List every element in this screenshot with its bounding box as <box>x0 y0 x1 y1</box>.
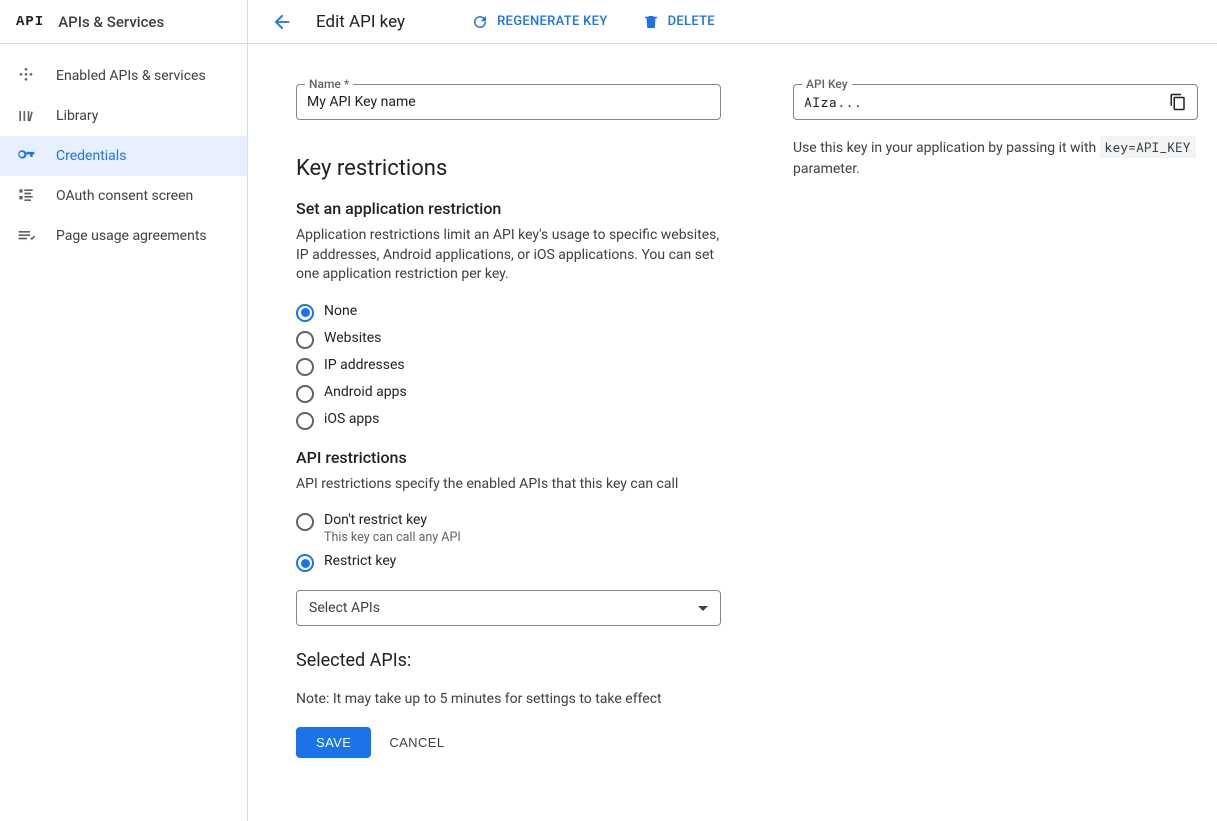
radio-dont-restrict[interactable]: Don't restrict key This key can call any… <box>296 512 721 545</box>
sidebar-item-label: Page usage agreements <box>56 228 207 244</box>
select-placeholder: Select APIs <box>309 600 380 616</box>
sidebar-item-library[interactable]: Library <box>0 96 247 136</box>
sidebar-item-oauth-consent[interactable]: OAuth consent screen <box>0 176 247 216</box>
radio-android[interactable]: Android apps <box>296 384 721 403</box>
sidebar-item-page-usage[interactable]: Page usage agreements <box>0 216 247 256</box>
radio-icon <box>296 412 314 430</box>
api-restriction-radios: Don't restrict key This key can call any… <box>296 512 721 572</box>
left-column: Name * Key restrictions Set an applicati… <box>296 84 721 758</box>
select-apis-dropdown[interactable]: Select APIs <box>296 590 721 626</box>
radio-ip[interactable]: IP addresses <box>296 357 721 376</box>
radio-hint: This key can call any API <box>324 530 461 545</box>
key-icon <box>16 146 36 166</box>
delete-button[interactable]: DELETE <box>634 7 723 37</box>
radio-icon <box>296 513 314 531</box>
product-header: API APIs & Services <box>0 0 247 44</box>
api-restrictions-heading: API restrictions <box>296 448 721 467</box>
radio-icon <box>296 331 314 349</box>
api-key-help: Use this key in your application by pass… <box>793 138 1198 180</box>
save-button[interactable]: SAVE <box>296 727 371 758</box>
settings-note: Note: It may take up to 5 minutes for se… <box>296 691 721 707</box>
app-restriction-heading: Set an application restriction <box>296 199 721 218</box>
sidebar-item-label: Credentials <box>56 148 126 164</box>
radio-none[interactable]: None <box>296 303 721 322</box>
api-key-label: API Key <box>802 77 852 91</box>
library-icon <box>16 106 36 126</box>
regenerate-label: REGENERATE KEY <box>497 14 608 29</box>
api-key-value: AIza... <box>804 93 862 111</box>
back-button[interactable] <box>266 6 298 38</box>
key-restrictions-heading: Key restrictions <box>296 156 721 181</box>
sidebar-item-label: Library <box>56 108 98 124</box>
grid-icon <box>16 66 36 86</box>
cancel-button[interactable]: CANCEL <box>389 735 444 750</box>
api-logo: API <box>16 14 44 30</box>
radio-label: IP addresses <box>324 357 405 373</box>
help-pre: Use this key in your application by pass… <box>793 140 1100 156</box>
radio-label: None <box>324 303 357 319</box>
agreements-icon <box>16 226 36 246</box>
radio-label: Don't restrict key <box>324 512 427 528</box>
content: Name * Key restrictions Set an applicati… <box>248 44 1217 821</box>
sidebar-nav: Enabled APIs & services Library Credenti… <box>0 44 247 256</box>
delete-label: DELETE <box>668 14 715 29</box>
radio-websites[interactable]: Websites <box>296 330 721 349</box>
sidebar-item-enabled-apis[interactable]: Enabled APIs & services <box>0 56 247 96</box>
help-post: parameter. <box>793 161 860 177</box>
radio-icon <box>296 304 314 322</box>
name-input[interactable] <box>307 94 710 110</box>
right-column: API Key AIza... Use this key in your app… <box>793 84 1198 180</box>
radio-label: Restrict key <box>324 553 396 569</box>
chevron-down-icon <box>698 606 708 611</box>
radio-label: Android apps <box>324 384 407 400</box>
main: Edit API key REGENERATE KEY DELETE Name … <box>248 0 1217 821</box>
footer-actions: SAVE CANCEL <box>296 727 721 758</box>
radio-icon <box>296 385 314 403</box>
radio-icon <box>296 554 314 572</box>
app-restriction-radios: None Websites IP addresses Android apps … <box>296 303 721 430</box>
consent-icon <box>16 186 36 206</box>
radio-ios[interactable]: iOS apps <box>296 411 721 430</box>
radio-restrict[interactable]: Restrict key <box>296 553 721 572</box>
topbar: Edit API key REGENERATE KEY DELETE <box>248 0 1217 44</box>
help-code: key=API_KEY <box>1100 136 1196 158</box>
copy-icon <box>1169 93 1187 111</box>
api-key-field: API Key AIza... <box>793 84 1198 120</box>
sidebar-item-label: OAuth consent screen <box>56 188 193 204</box>
app-restriction-desc: Application restrictions limit an API ke… <box>296 226 721 285</box>
sidebar-item-label: Enabled APIs & services <box>56 68 206 84</box>
product-title: APIs & Services <box>58 13 164 31</box>
refresh-icon <box>471 13 489 31</box>
selected-apis-heading: Selected APIs: <box>296 650 721 671</box>
sidebar: API APIs & Services Enabled APIs & servi… <box>0 0 248 821</box>
radio-icon <box>296 358 314 376</box>
radio-label: Websites <box>324 330 381 346</box>
regenerate-key-button[interactable]: REGENERATE KEY <box>463 7 616 37</box>
page-title: Edit API key <box>316 12 405 32</box>
arrow-left-icon <box>271 11 293 33</box>
name-field: Name * <box>296 84 721 120</box>
api-restrictions-desc: API restrictions specify the enabled API… <box>296 475 721 495</box>
name-label: Name * <box>305 77 353 91</box>
trash-icon <box>642 13 660 31</box>
radio-label: iOS apps <box>324 411 379 427</box>
copy-button[interactable] <box>1169 93 1187 111</box>
sidebar-item-credentials[interactable]: Credentials <box>0 136 247 176</box>
